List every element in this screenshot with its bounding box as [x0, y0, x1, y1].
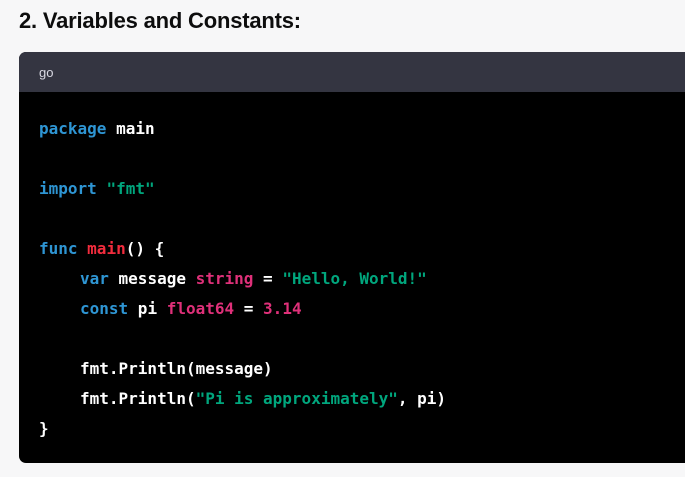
code-string: "fmt"	[106, 179, 155, 198]
code-keyword: func	[39, 239, 78, 258]
code-number: 3.14	[263, 299, 302, 318]
code-token: fmt.Println(	[80, 389, 196, 408]
code-block: go package main import "fmt" func main()…	[19, 52, 685, 463]
code-keyword: import	[39, 179, 97, 198]
code-token: main	[106, 119, 155, 138]
code-line: var message string = "Hello, World!"	[39, 264, 685, 294]
code-line: const pi float64 = 3.14	[39, 294, 685, 324]
section-heading: 2. Variables and Constants:	[19, 8, 301, 33]
code-token: =	[253, 269, 283, 288]
code-line: package main	[39, 114, 685, 144]
code-keyword: package	[39, 119, 107, 138]
code-line: import "fmt"	[39, 174, 685, 204]
code-token: }	[39, 419, 49, 438]
code-type: string	[195, 269, 254, 288]
code-keyword: var	[80, 269, 109, 288]
code-line: }	[39, 414, 685, 444]
code-string: "Pi is approximately"	[195, 389, 398, 408]
code-token: message	[108, 269, 196, 288]
code-token: , pi)	[397, 389, 447, 408]
code-token: () {	[125, 239, 165, 258]
code-language-label: go	[39, 64, 54, 80]
code-keyword: const	[80, 299, 129, 318]
code-content[interactable]: package main import "fmt" func main() { …	[19, 92, 685, 444]
code-string: "Hello, World!"	[282, 269, 427, 288]
code-line: func main() {	[39, 234, 685, 264]
code-type: float64	[166, 299, 235, 318]
code-token: =	[234, 299, 264, 318]
code-token: fmt.Println(message)	[80, 359, 273, 378]
code-line: fmt.Println("Pi is approximately", pi)	[39, 384, 685, 414]
code-token: pi	[128, 299, 167, 318]
code-block-header: go	[19, 52, 685, 92]
code-line: fmt.Println(message)	[39, 354, 685, 384]
code-function: main	[87, 239, 126, 258]
